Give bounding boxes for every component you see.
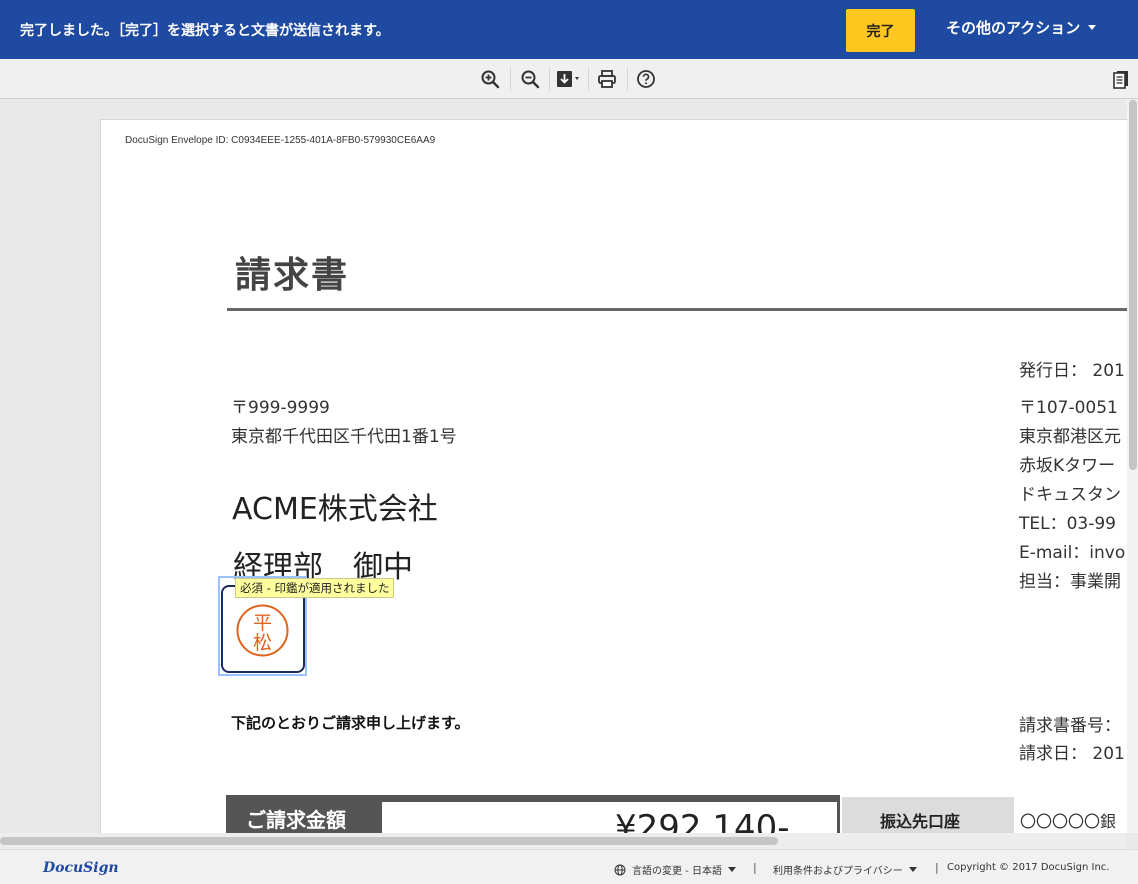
- completion-message: 完了しました。［完了］を選択すると文書が送信されます。: [20, 23, 390, 39]
- vertical-scroll-thumb[interactable]: [1129, 100, 1137, 470]
- terms-label: 利用条件およびプライバシー: [773, 866, 903, 877]
- sender-email: E-mail：invo: [1019, 543, 1126, 563]
- invoice-intro: 下記のとおりご請求申し上げます。: [231, 714, 470, 732]
- amount-label: ご請求金額: [246, 808, 346, 832]
- bank-value: 〇〇〇〇〇銀: [1020, 812, 1117, 831]
- chevron-down-icon: [727, 867, 736, 872]
- language-selector[interactable]: 言語の変更 - 日本語: [614, 862, 736, 877]
- language-label: 言語の変更 - 日本語: [632, 866, 722, 877]
- invoice-number-label: 請求書番号：: [1019, 716, 1121, 736]
- sender-building: 赤坂Kタワー: [1019, 456, 1116, 476]
- other-actions-menu[interactable]: その他のアクション: [946, 17, 1097, 38]
- chevron-down-icon: [1088, 25, 1097, 30]
- download-button[interactable]: [555, 67, 585, 91]
- zoom-in-icon: [481, 70, 500, 89]
- copyright: Copyright © 2017 DocuSign Inc.: [947, 862, 1110, 873]
- chevron-down-icon: [908, 867, 917, 872]
- toolbar-divider: [549, 67, 550, 91]
- recipient-company: ACME株式会社: [232, 492, 438, 527]
- zoom-in-button[interactable]: [478, 67, 502, 91]
- document-list-icon: [1113, 71, 1128, 89]
- horizontal-scroll-thumb[interactable]: [0, 837, 778, 845]
- amount-value: ¥292,140-: [615, 808, 790, 833]
- sender-tel: TEL：03-99: [1019, 514, 1116, 534]
- stamp-tooltip: 必須 - 印鑑が適用されました: [235, 578, 395, 598]
- action-bar: 完了しました。［完了］を選択すると文書が送信されます。 完了 その他のアクション: [0, 0, 1138, 59]
- stamp-char-bottom: 松: [253, 632, 272, 654]
- download-icon: [557, 71, 579, 87]
- sender-postal-code: 〒107-0051: [1019, 398, 1118, 418]
- toolbar-divider: [588, 67, 589, 91]
- zoom-out-button[interactable]: [518, 67, 542, 91]
- docusign-logo: DocuSign: [43, 860, 119, 876]
- footer-separator: |: [753, 861, 757, 874]
- terms-privacy-menu[interactable]: 利用条件およびプライバシー: [773, 862, 917, 877]
- recipient-address: 東京都千代田区千代田1番1号: [231, 427, 457, 447]
- globe-icon: [614, 864, 626, 875]
- zoom-out-icon: [521, 70, 540, 89]
- footer: DocuSign 言語の変更 - 日本語 | 利用条件およびプライバシー | C…: [0, 849, 1138, 884]
- document-list-button[interactable]: [1109, 67, 1133, 91]
- envelope-id: DocuSign Envelope ID: C0934EEE-1255-401A…: [125, 135, 436, 146]
- issue-date: 発行日： 201: [1019, 361, 1125, 381]
- document-toolbar: [0, 59, 1138, 99]
- recipient-postal-code: 〒999-9999: [231, 398, 330, 418]
- help-button[interactable]: [634, 67, 658, 91]
- bank-label: 振込先口座: [880, 812, 961, 831]
- sender-contact: 担当：事業開: [1019, 572, 1121, 592]
- print-button[interactable]: [595, 67, 619, 91]
- help-icon: [637, 70, 655, 88]
- title-divider: [227, 308, 1127, 311]
- stamp-char-top: 平: [253, 612, 272, 634]
- toolbar-divider: [627, 67, 628, 91]
- other-actions-label: その他のアクション: [946, 19, 1081, 37]
- toolbar-divider: [510, 67, 511, 91]
- document-title: 請求書: [235, 255, 350, 296]
- footer-separator: |: [935, 861, 939, 874]
- invoice-date-label: 請求日： 201: [1019, 744, 1125, 764]
- print-icon: [598, 70, 616, 88]
- hanko-seal-icon: 平 松: [236, 604, 289, 657]
- finish-button[interactable]: 完了: [846, 9, 915, 52]
- amount-value-clip: ¥292,140-: [382, 802, 838, 833]
- sender-address: 東京都港区元: [1019, 427, 1121, 447]
- sender-company: ドキュスタン: [1019, 485, 1121, 505]
